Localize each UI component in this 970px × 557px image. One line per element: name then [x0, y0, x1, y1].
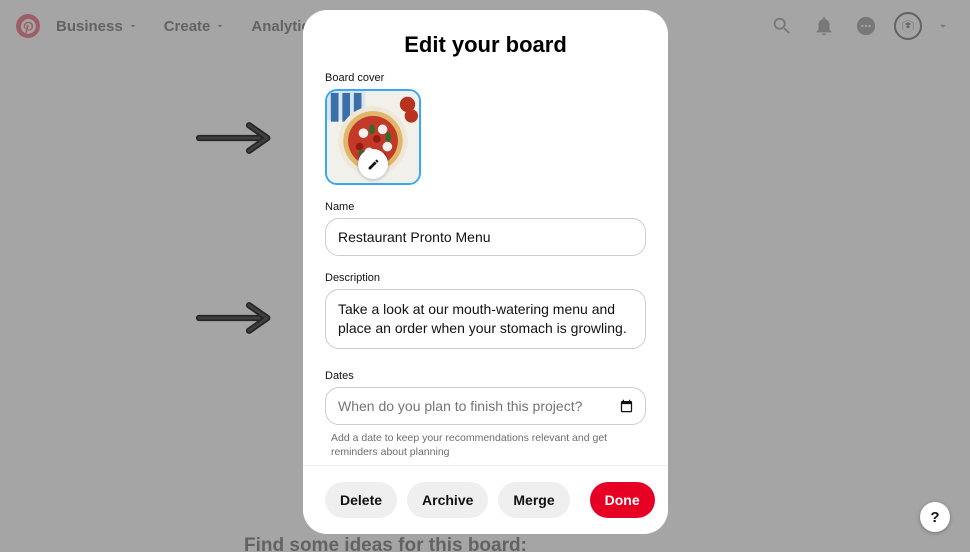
help-fab[interactable]: ?: [920, 502, 950, 532]
archive-button[interactable]: Archive: [407, 482, 488, 518]
edit-board-modal: Edit your board Board cover: [303, 10, 668, 534]
modal-body: Board cover: [303, 72, 668, 465]
edit-cover-button[interactable]: [358, 149, 388, 179]
annotation-arrow: [190, 118, 290, 158]
merge-button[interactable]: Merge: [498, 482, 569, 518]
done-button[interactable]: Done: [590, 482, 655, 518]
pencil-icon: [367, 158, 380, 171]
delete-button[interactable]: Delete: [325, 482, 397, 518]
dates-label: Dates: [325, 370, 646, 382]
dates-input[interactable]: [325, 387, 646, 425]
name-input[interactable]: [325, 218, 646, 256]
dates-helper: Add a date to keep your recommendations …: [325, 425, 646, 459]
annotation-arrow: [190, 298, 290, 338]
board-cover[interactable]: [325, 89, 421, 185]
board-cover-label: Board cover: [325, 72, 646, 84]
description-label: Description: [325, 272, 646, 284]
modal-footer: Delete Archive Merge Done: [303, 465, 668, 534]
name-label: Name: [325, 201, 646, 213]
modal-title: Edit your board: [303, 10, 668, 72]
description-input[interactable]: [325, 289, 646, 349]
calendar-icon[interactable]: [619, 399, 634, 414]
